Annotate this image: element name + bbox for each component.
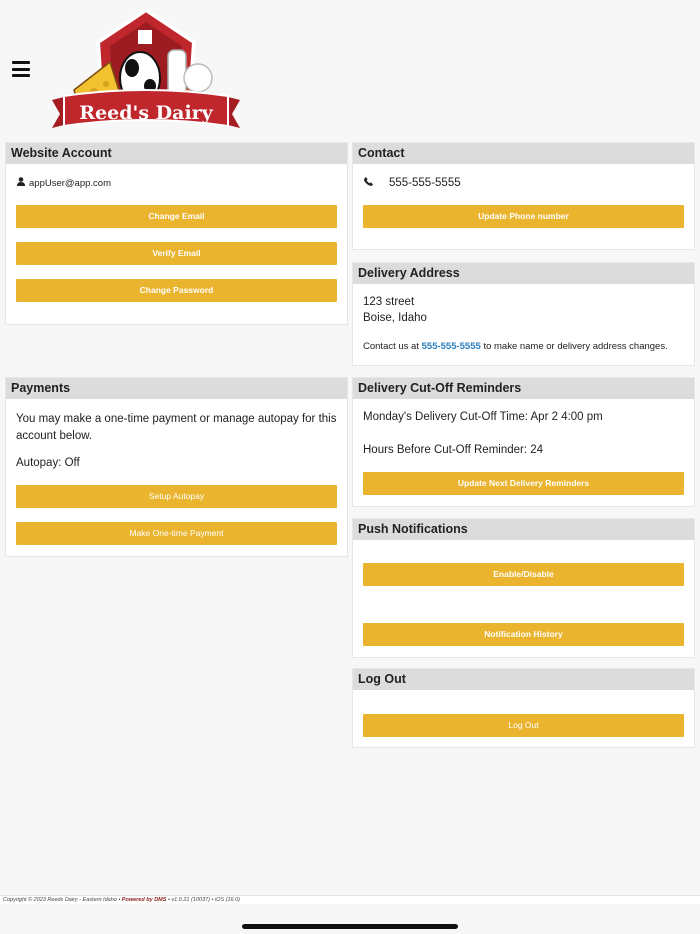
logo-text: Reed's Dairy: [79, 102, 213, 124]
powered-by-link[interactable]: Powered by DMS: [122, 897, 167, 903]
update-phone-button[interactable]: Update Phone number: [363, 205, 684, 228]
website-account-panel: Website Account appUser@app.com Change E…: [5, 142, 348, 325]
address-line1: 123 street: [363, 296, 415, 308]
payments-description: You may make a one-time payment or manag…: [16, 413, 337, 442]
footer: Copyright © 2023 Reeds Dairy - Eastern I…: [0, 895, 700, 904]
contact-phone-link[interactable]: 555-555-5555: [422, 341, 481, 352]
change-password-button[interactable]: Change Password: [16, 279, 337, 302]
footer-version: • v1.0.21 (10037) • iOS (16.0): [167, 897, 240, 903]
push-notifications-panel: Push Notifications Enable/Disable Notifi…: [352, 518, 695, 658]
push-title: Push Notifications: [353, 519, 694, 540]
logout-panel: Log Out Log Out: [352, 668, 695, 748]
home-indicator[interactable]: [242, 924, 458, 929]
delivery-address-title: Delivery Address: [353, 263, 694, 284]
setup-autopay-button[interactable]: Setup Autopay: [16, 485, 337, 508]
change-email-button[interactable]: Change Email: [16, 205, 337, 228]
enable-disable-button[interactable]: Enable/Disable: [363, 563, 684, 586]
footer-copyright: Copyright © 2023 Reeds Dairy - Eastern I…: [3, 897, 121, 903]
contact-phone: 555-555-5555: [389, 177, 461, 189]
autopay-status: Autopay: Off: [16, 457, 80, 469]
one-time-payment-button[interactable]: Make One-time Payment: [16, 522, 337, 545]
logout-button[interactable]: Log Out: [363, 714, 684, 737]
address-change-note: Contact us at 555-555-5555 to make name …: [363, 341, 686, 352]
note-prefix: Contact us at: [363, 341, 419, 352]
cutoff-reminders-panel: Delivery Cut-Off Reminders Monday's Deli…: [352, 377, 695, 507]
contact-panel: Contact 555-555-5555 Update Phone number: [352, 142, 695, 250]
note-suffix: to make name or delivery address changes…: [483, 341, 668, 352]
phone-icon: [364, 177, 373, 186]
address-line2: Boise, Idaho: [363, 312, 427, 324]
payments-title: Payments: [6, 378, 347, 399]
delivery-address-panel: Delivery Address 123 street Boise, Idaho…: [352, 262, 695, 366]
logout-title: Log Out: [353, 669, 694, 690]
website-account-title: Website Account: [6, 143, 347, 164]
payments-panel: Payments You may make a one-time payment…: [5, 377, 348, 557]
account-email: appUser@app.com: [29, 178, 111, 189]
hamburger-menu-icon[interactable]: [12, 61, 30, 77]
update-reminders-button[interactable]: Update Next Delivery Reminders: [363, 472, 684, 495]
verify-email-button[interactable]: Verify Email: [16, 242, 337, 265]
hours-before-reminder: Hours Before Cut-Off Reminder: 24: [363, 444, 544, 456]
reeds-dairy-logo: Reed's Dairy: [52, 7, 240, 128]
contact-title: Contact: [353, 143, 694, 164]
cutoff-title: Delivery Cut-Off Reminders: [353, 378, 694, 399]
user-icon: [17, 177, 25, 186]
notification-history-button[interactable]: Notification History: [363, 623, 684, 646]
cutoff-time: Monday's Delivery Cut-Off Time: Apr 2 4:…: [363, 411, 603, 423]
